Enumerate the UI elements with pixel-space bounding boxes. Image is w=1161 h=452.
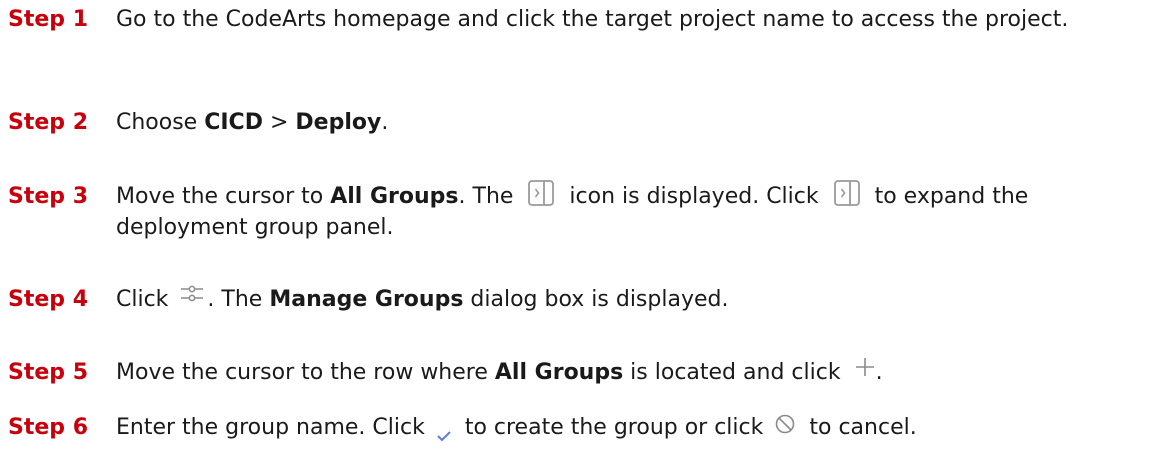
step-2-label: Step 2 bbox=[8, 110, 88, 135]
step-5-text: Move the cursor to the row where All Gro… bbox=[116, 357, 1158, 388]
step-4-text-part: Click bbox=[116, 287, 176, 312]
step-3-text-part: icon is displayed. Click bbox=[562, 184, 826, 209]
step-1-text-part: Go to the CodeArts homepage and click th… bbox=[116, 7, 1069, 32]
cancel-circle-icon bbox=[774, 413, 796, 435]
step-3-text: Move the cursor to All Groups. The icon … bbox=[116, 178, 1158, 243]
step-4-text-part: dialog box is displayed. bbox=[463, 287, 729, 312]
step-5-label: Step 5 bbox=[8, 360, 88, 385]
step-2-text-part: > bbox=[262, 110, 296, 135]
deploy-menu-label: Deploy bbox=[295, 110, 382, 135]
step-2-text-part: Choose bbox=[116, 110, 205, 135]
step-2-text-part: . bbox=[381, 110, 389, 135]
all-groups-label: All Groups bbox=[494, 360, 624, 385]
step-6-label: Step 6 bbox=[8, 415, 88, 440]
step-3: Step 3 Move the cursor to All Groups. Th… bbox=[8, 178, 1158, 243]
step-3-text-part: Move the cursor to bbox=[116, 184, 331, 209]
step-6: Step 6 Enter the group name. Click to cr… bbox=[8, 412, 1158, 443]
manage-groups-settings-icon bbox=[179, 283, 205, 305]
step-6-text-part: Enter the group name. Click bbox=[116, 415, 432, 440]
step-3-text-part: . The bbox=[458, 184, 521, 209]
expand-panel-icon bbox=[832, 178, 862, 208]
step-1-text: Go to the CodeArts homepage and click th… bbox=[116, 4, 1158, 35]
check-icon bbox=[436, 421, 452, 442]
expand-panel-icon bbox=[526, 178, 556, 208]
step-1-label: Step 1 bbox=[8, 7, 88, 32]
all-groups-label: All Groups bbox=[330, 184, 459, 209]
step-6-text-part: to create the group or click bbox=[457, 415, 771, 440]
step-5: Step 5 Move the cursor to the row where … bbox=[8, 357, 1158, 388]
step-4-text-part: . The bbox=[207, 287, 270, 312]
step-3-label: Step 3 bbox=[8, 184, 88, 209]
step-5-text-part: is located and click bbox=[623, 360, 848, 385]
step-2-text: Choose CICD > Deploy. bbox=[116, 107, 1158, 138]
plus-icon bbox=[854, 356, 876, 378]
cicd-menu-label: CICD bbox=[204, 110, 263, 135]
step-1: Step 1 Go to the CodeArts homepage and c… bbox=[8, 4, 1158, 35]
step-4-label: Step 4 bbox=[8, 287, 88, 312]
step-4: Step 4 Click . The Manage Groups dialog … bbox=[8, 284, 1158, 315]
step-5-text-part: Move the cursor to the row where bbox=[116, 360, 495, 385]
step-6-text-part: to cancel. bbox=[802, 415, 917, 440]
step-4-text: Click . The Manage Groups dialog box is … bbox=[116, 284, 1158, 315]
manage-groups-label: Manage Groups bbox=[269, 287, 464, 312]
step-6-text: Enter the group name. Click to create th… bbox=[116, 412, 1158, 443]
step-5-text-part: . bbox=[875, 360, 883, 385]
step-2: Step 2 Choose CICD > Deploy. bbox=[8, 107, 1158, 138]
